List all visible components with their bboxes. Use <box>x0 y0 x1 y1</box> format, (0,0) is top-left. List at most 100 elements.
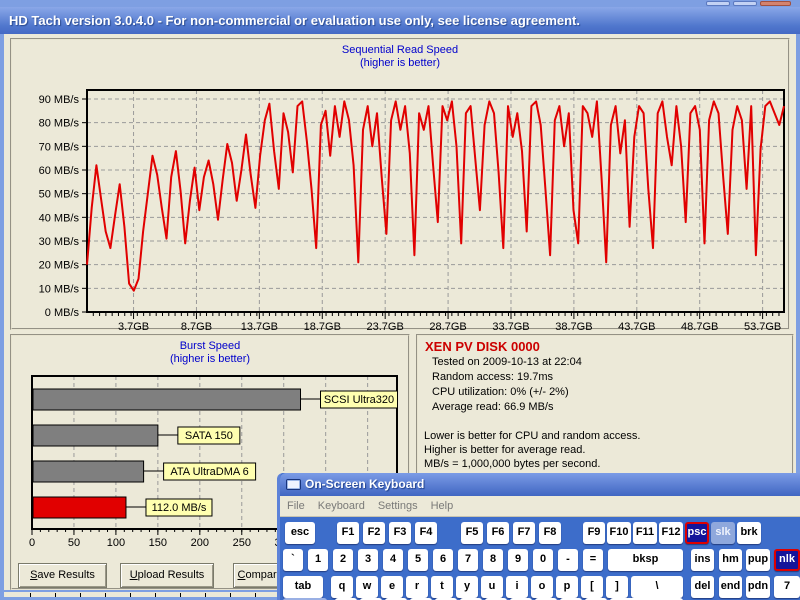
sequential-read-panel: Sequential Read Speed (higher is better)… <box>10 38 790 330</box>
key-slk[interactable]: slk <box>711 522 735 544</box>
key-f3[interactable]: F3 <box>389 522 411 544</box>
osk-menu-help[interactable]: Help <box>431 500 454 512</box>
note-mbs: MB/s = 1,000,000 bytes per second. <box>422 457 788 471</box>
key-0[interactable]: 0 <box>533 549 553 571</box>
svg-text:80 MB/s: 80 MB/s <box>39 118 80 130</box>
key-f6[interactable]: F6 <box>487 522 509 544</box>
key-5[interactable]: 5 <box>408 549 428 571</box>
svg-text:40 MB/s: 40 MB/s <box>39 212 80 224</box>
key-pdn[interactable]: pdn <box>746 576 770 598</box>
burst-chart-subtitle: (higher is better) <box>12 353 408 366</box>
key-rbracket[interactable]: ] <box>606 576 628 598</box>
seq-chart-title: Sequential Read Speed <box>12 44 788 57</box>
key-1[interactable]: 1 <box>308 549 328 571</box>
note-lower: Lower is better for CPU and random acces… <box>422 429 788 443</box>
key-f9[interactable]: F9 <box>583 522 605 544</box>
svg-text:3.7GB: 3.7GB <box>118 321 149 333</box>
key-equals[interactable]: = <box>583 549 603 571</box>
key-o[interactable]: o <box>531 576 553 598</box>
key-bksp[interactable]: bksp <box>608 549 683 571</box>
key-minus[interactable]: - <box>558 549 578 571</box>
key-del[interactable]: del <box>691 576 714 598</box>
key-f8[interactable]: F8 <box>539 522 561 544</box>
key-backtick[interactable]: ` <box>283 549 303 571</box>
key-numpad7[interactable]: 7 <box>774 576 800 598</box>
key-w[interactable]: w <box>356 576 378 598</box>
key-f10[interactable]: F10 <box>607 522 631 544</box>
svg-text:33.7GB: 33.7GB <box>492 321 529 333</box>
key-end[interactable]: end <box>719 576 742 598</box>
svg-text:0: 0 <box>29 537 35 549</box>
key-p[interactable]: p <box>556 576 578 598</box>
key-hm[interactable]: hm <box>719 549 742 571</box>
hdtach-title: HD Tach version 3.0.4.0 - For non-commer… <box>9 13 580 28</box>
svg-text:38.7GB: 38.7GB <box>555 321 592 333</box>
svg-text:30 MB/s: 30 MB/s <box>39 236 80 248</box>
key-ins[interactable]: ins <box>691 549 714 571</box>
key-lbracket[interactable]: [ <box>581 576 603 598</box>
svg-text:20 MB/s: 20 MB/s <box>39 260 80 272</box>
key-t[interactable]: t <box>431 576 453 598</box>
key-tab[interactable]: tab <box>283 576 323 598</box>
key-4[interactable]: 4 <box>383 549 403 571</box>
svg-text:53.7GB: 53.7GB <box>744 321 781 333</box>
key-f5[interactable]: F5 <box>461 522 483 544</box>
svg-text:18.7GB: 18.7GB <box>304 321 341 333</box>
svg-text:8.7GB: 8.7GB <box>181 321 212 333</box>
osk-title: On-Screen Keyboard <box>305 473 424 496</box>
desktop: HD Tach version 3.0.4.0 - For non-commer… <box>0 0 800 600</box>
sequential-read-chart: 0 MB/s10 MB/s20 MB/s30 MB/s40 MB/s50 MB/… <box>32 90 784 335</box>
svg-text:200: 200 <box>191 537 209 549</box>
close-button[interactable] <box>760 1 791 6</box>
key-q[interactable]: q <box>331 576 353 598</box>
seq-chart-subtitle: (higher is better) <box>12 57 788 70</box>
key-3[interactable]: 3 <box>358 549 378 571</box>
osk-menu-keyboard[interactable]: Keyboard <box>318 500 365 512</box>
osk-titlebar[interactable]: On-Screen Keyboard <box>280 473 800 496</box>
svg-text:50 MB/s: 50 MB/s <box>39 189 80 201</box>
svg-text:50: 50 <box>68 537 80 549</box>
key-r[interactable]: r <box>406 576 428 598</box>
key-f11[interactable]: F11 <box>633 522 657 544</box>
svg-text:ATA UltraDMA 6: ATA UltraDMA 6 <box>170 466 248 478</box>
average-read-line: Average read: 66.9 MB/s <box>422 400 788 415</box>
key-f7[interactable]: F7 <box>513 522 535 544</box>
osk-window: On-Screen Keyboard File Keyboard Setting… <box>277 473 800 600</box>
key-f1[interactable]: F1 <box>337 522 359 544</box>
key-2[interactable]: 2 <box>333 549 353 571</box>
hdtach-titlebar[interactable]: HD Tach version 3.0.4.0 - For non-commer… <box>0 7 800 34</box>
key-e[interactable]: e <box>381 576 403 598</box>
svg-text:112.0 MB/s: 112.0 MB/s <box>152 502 207 514</box>
key-nlk[interactable]: nlk <box>774 549 800 571</box>
key-backslash[interactable]: \ <box>631 576 683 598</box>
svg-text:48.7GB: 48.7GB <box>681 321 718 333</box>
key-pup[interactable]: pup <box>746 549 770 571</box>
svg-text:43.7GB: 43.7GB <box>618 321 655 333</box>
hdtach-window-top-edge <box>0 0 800 7</box>
key-y[interactable]: y <box>456 576 478 598</box>
upload-results-button[interactable]: Upload Results <box>120 563 214 588</box>
svg-text:250: 250 <box>233 537 251 549</box>
key-u[interactable]: u <box>481 576 503 598</box>
osk-menu-file[interactable]: File <box>287 500 305 512</box>
key-f2[interactable]: F2 <box>363 522 385 544</box>
key-8[interactable]: 8 <box>483 549 503 571</box>
key-9[interactable]: 9 <box>508 549 528 571</box>
key-f4[interactable]: F4 <box>415 522 437 544</box>
minimize-button[interactable] <box>706 1 730 6</box>
svg-text:13.7GB: 13.7GB <box>241 321 278 333</box>
key-psc[interactable]: psc <box>685 522 709 544</box>
maximize-button[interactable] <box>733 1 757 6</box>
osk-menu-settings[interactable]: Settings <box>378 500 418 512</box>
tested-on-line: Tested on 2009-10-13 at 22:04 <box>422 355 788 370</box>
key-brk[interactable]: brk <box>737 522 761 544</box>
osk-menubar: File Keyboard Settings Help <box>280 496 800 517</box>
key-7[interactable]: 7 <box>458 549 478 571</box>
key-6[interactable]: 6 <box>433 549 453 571</box>
svg-text:28.7GB: 28.7GB <box>429 321 466 333</box>
key-esc[interactable]: esc <box>285 522 315 544</box>
save-results-button[interactable]: Save Results <box>18 563 107 588</box>
svg-text:150: 150 <box>149 537 167 549</box>
key-f12[interactable]: F12 <box>659 522 683 544</box>
key-i[interactable]: i <box>506 576 528 598</box>
